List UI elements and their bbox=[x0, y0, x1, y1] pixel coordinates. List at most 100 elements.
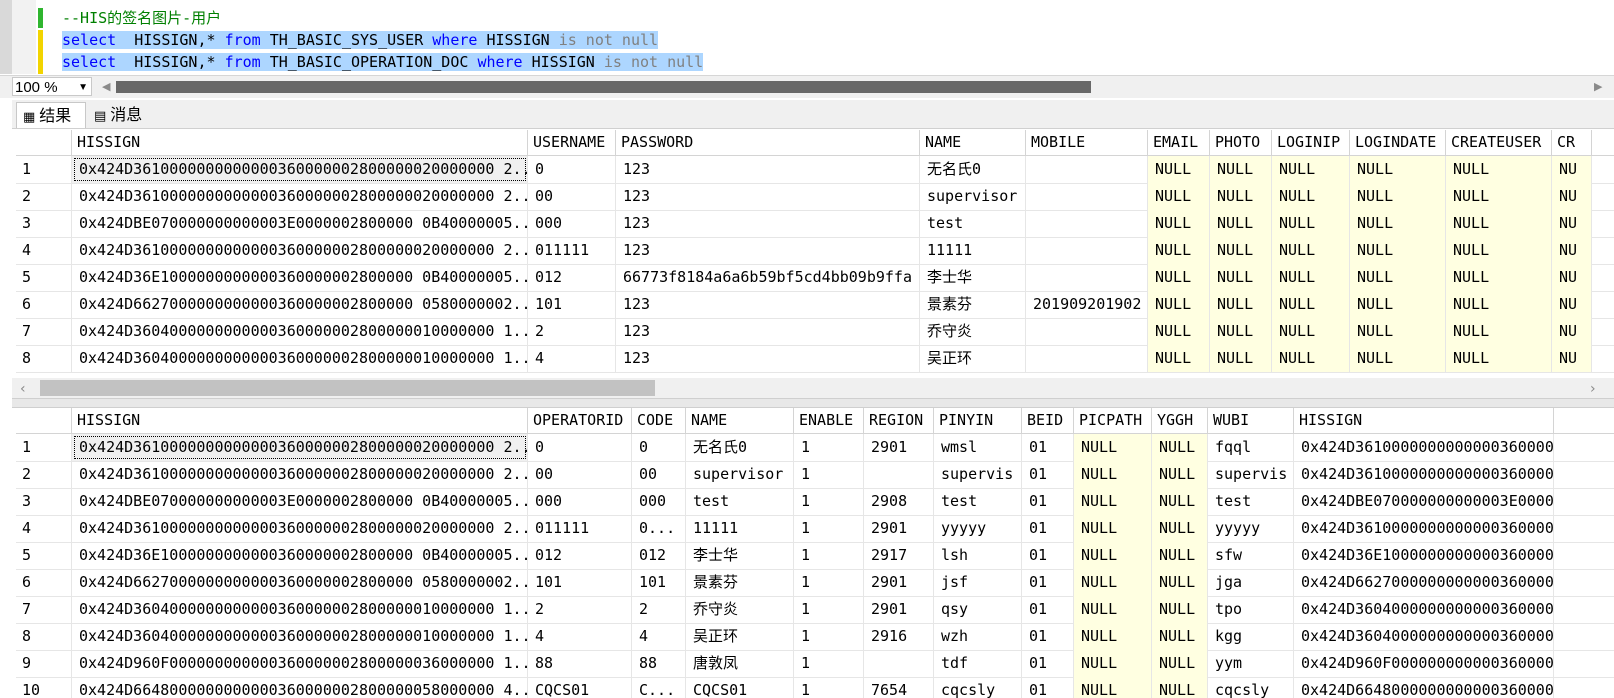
grid-cell[interactable]: 000 bbox=[528, 488, 632, 515]
grid-cell[interactable]: 乔守炎 bbox=[920, 318, 1026, 345]
grid-cell[interactable]: 0x424D66270000000000003600000 bbox=[1294, 569, 1554, 596]
grid-cell[interactable]: 景素芬 bbox=[920, 291, 1026, 318]
grid-cell[interactable]: 2916 bbox=[864, 623, 934, 650]
grid-cell[interactable]: fqql bbox=[1208, 434, 1294, 461]
grid-cell[interactable]: jga bbox=[1208, 569, 1294, 596]
grid-cell[interactable]: 000 bbox=[632, 488, 686, 515]
column-header[interactable]: PHOTO bbox=[1210, 130, 1272, 155]
grid-cell[interactable]: 1 bbox=[794, 542, 864, 569]
grid-cell[interactable]: NULL bbox=[1210, 291, 1272, 318]
grid-cell[interactable]: NULL bbox=[1446, 318, 1552, 345]
grid-cell[interactable]: NULL bbox=[1446, 183, 1552, 210]
grid-cell[interactable]: NULL bbox=[1350, 291, 1446, 318]
column-header[interactable]: CODE bbox=[632, 408, 686, 433]
grid-cell[interactable]: lsh bbox=[934, 542, 1022, 569]
row-number[interactable]: 4 bbox=[16, 515, 72, 542]
grid-cell[interactable]: NULL bbox=[1074, 677, 1152, 698]
table-row[interactable]: 4 0x424D361000000000000036000000280000002… bbox=[16, 515, 1614, 543]
grid-cell[interactable]: 66773f8184a6a6b59bf5cd4bb09b9ffa bbox=[616, 264, 920, 291]
code-line-2[interactable]: select HISSIGN,* from TH_BASIC_SYS_USER … bbox=[62, 29, 659, 51]
grid-cell[interactable]: 101 bbox=[528, 291, 616, 318]
grid-cell[interactable]: 0x424D3610000000000000360000002800000020… bbox=[72, 461, 528, 488]
scroll-right-icon[interactable]: › bbox=[1590, 381, 1596, 397]
grid-cell[interactable]: NULL bbox=[1350, 183, 1446, 210]
grid-cell[interactable]: NULL bbox=[1148, 210, 1210, 237]
grid-cell[interactable]: supervis bbox=[934, 461, 1022, 488]
grid-cell[interactable]: 01 bbox=[1022, 488, 1074, 515]
grid-cell[interactable]: 0x424D3604000000000000360000002800000010… bbox=[72, 623, 528, 650]
grid-cell[interactable]: C... bbox=[632, 677, 686, 698]
result-grid-2[interactable]: HISSIGN OPERATORID CODE NAME ENABLE REGION PIN… bbox=[16, 408, 1614, 698]
grid-cell[interactable]: 11111 bbox=[920, 237, 1026, 264]
grid-cell[interactable]: NULL bbox=[1148, 345, 1210, 372]
grid-cell[interactable]: NULL bbox=[1148, 291, 1210, 318]
column-header[interactable]: EMAIL bbox=[1148, 130, 1210, 155]
column-header[interactable]: YGGH bbox=[1152, 408, 1208, 433]
grid-cell[interactable]: NULL bbox=[1350, 237, 1446, 264]
grid-cell[interactable]: NULL bbox=[1446, 156, 1552, 183]
grid-cell[interactable]: 123 bbox=[616, 345, 920, 372]
grid-cell[interactable]: 吴正环 bbox=[920, 345, 1026, 372]
grid-cell[interactable] bbox=[1026, 318, 1148, 345]
grid-cell[interactable]: NULL bbox=[1446, 210, 1552, 237]
column-header[interactable]: USERNAME bbox=[528, 130, 616, 155]
grid-cell[interactable]: 0x424D36E1000000000000360000002800000 0B… bbox=[72, 264, 528, 291]
grid-cell[interactable]: 1 bbox=[794, 650, 864, 677]
grid-cell[interactable]: 0x424D960F000000000000360000002800000036… bbox=[72, 650, 528, 677]
scroll-right-icon[interactable]: ▶ bbox=[1594, 80, 1602, 93]
grid-cell[interactable]: NULL bbox=[1272, 156, 1350, 183]
grid-cell[interactable]: NU bbox=[1552, 318, 1592, 345]
grid-cell[interactable]: NULL bbox=[1272, 291, 1350, 318]
grid-cell[interactable]: kgg bbox=[1208, 623, 1294, 650]
grid-cell[interactable]: 0x424D3604000000000000360000002800000010… bbox=[72, 345, 528, 372]
grid-cell[interactable]: wzh bbox=[934, 623, 1022, 650]
grid-cell[interactable]: 0x424D66480000000000003600000 bbox=[1294, 677, 1554, 698]
grid-corner[interactable] bbox=[16, 408, 72, 433]
grid-cell[interactable]: 2917 bbox=[864, 542, 934, 569]
grid-cell[interactable]: 123 bbox=[616, 237, 920, 264]
grid-cell[interactable]: 0x424D36040000000000003600000 bbox=[1294, 596, 1554, 623]
grid-cell[interactable]: NU bbox=[1552, 345, 1592, 372]
grid-cell[interactable]: 01 bbox=[1022, 677, 1074, 698]
grid-cell[interactable]: NULL bbox=[1152, 461, 1208, 488]
grid-cell[interactable]: 1 bbox=[794, 623, 864, 650]
grid-cell[interactable]: NULL bbox=[1272, 183, 1350, 210]
row-number[interactable]: 3 bbox=[16, 210, 72, 237]
grid-cell[interactable] bbox=[1026, 183, 1148, 210]
grid-cell[interactable]: 123 bbox=[616, 291, 920, 318]
row-number[interactable]: 5 bbox=[16, 542, 72, 569]
row-number[interactable]: 1 bbox=[16, 434, 72, 461]
grid-cell[interactable]: NULL bbox=[1152, 488, 1208, 515]
column-header[interactable]: PASSWORD bbox=[616, 130, 920, 155]
grid-cell[interactable]: NULL bbox=[1272, 318, 1350, 345]
grid-cell[interactable]: 0x424D3604000000000000360000002800000010… bbox=[72, 318, 528, 345]
grid-cell[interactable]: yyyyy bbox=[934, 515, 1022, 542]
grid1-hscroll-thumb[interactable] bbox=[40, 380, 655, 396]
grid-cell[interactable]: 4 bbox=[632, 623, 686, 650]
column-header[interactable]: OPERATORID bbox=[528, 408, 632, 433]
grid-cell[interactable]: NULL bbox=[1210, 318, 1272, 345]
grid-cell[interactable]: 1 bbox=[794, 569, 864, 596]
grid-cell[interactable]: 0 bbox=[528, 434, 632, 461]
grid-cell[interactable]: 123 bbox=[616, 156, 920, 183]
grid-cell[interactable]: 2 bbox=[632, 596, 686, 623]
grid-cell[interactable]: 2901 bbox=[864, 434, 934, 461]
grid-cell[interactable]: 011111 bbox=[528, 515, 632, 542]
grid-cell[interactable]: CQCS01 bbox=[686, 677, 794, 698]
grid-cell[interactable]: jsf bbox=[934, 569, 1022, 596]
grid-cell[interactable]: NULL bbox=[1446, 291, 1552, 318]
column-header[interactable]: PINYIN bbox=[934, 408, 1022, 433]
grid-cell[interactable]: NULL bbox=[1210, 183, 1272, 210]
grid-cell[interactable]: NULL bbox=[1350, 156, 1446, 183]
table-row[interactable]: 1 0x424D361000000000000036000000280000002… bbox=[16, 156, 1614, 184]
table-row[interactable]: 4 0x424D361000000000000036000000280000002… bbox=[16, 237, 1614, 265]
grid-cell[interactable]: 01 bbox=[1022, 569, 1074, 596]
grid-cell[interactable]: 7654 bbox=[864, 677, 934, 698]
grid-cell[interactable]: tdf bbox=[934, 650, 1022, 677]
grid-splitter[interactable] bbox=[12, 398, 1614, 408]
grid-cell[interactable]: 2 bbox=[528, 318, 616, 345]
grid-cell[interactable]: NULL bbox=[1210, 237, 1272, 264]
grid-cell[interactable]: CQCS01 bbox=[528, 677, 632, 698]
grid-cell[interactable]: NULL bbox=[1152, 515, 1208, 542]
grid-cell[interactable]: 012 bbox=[528, 542, 632, 569]
